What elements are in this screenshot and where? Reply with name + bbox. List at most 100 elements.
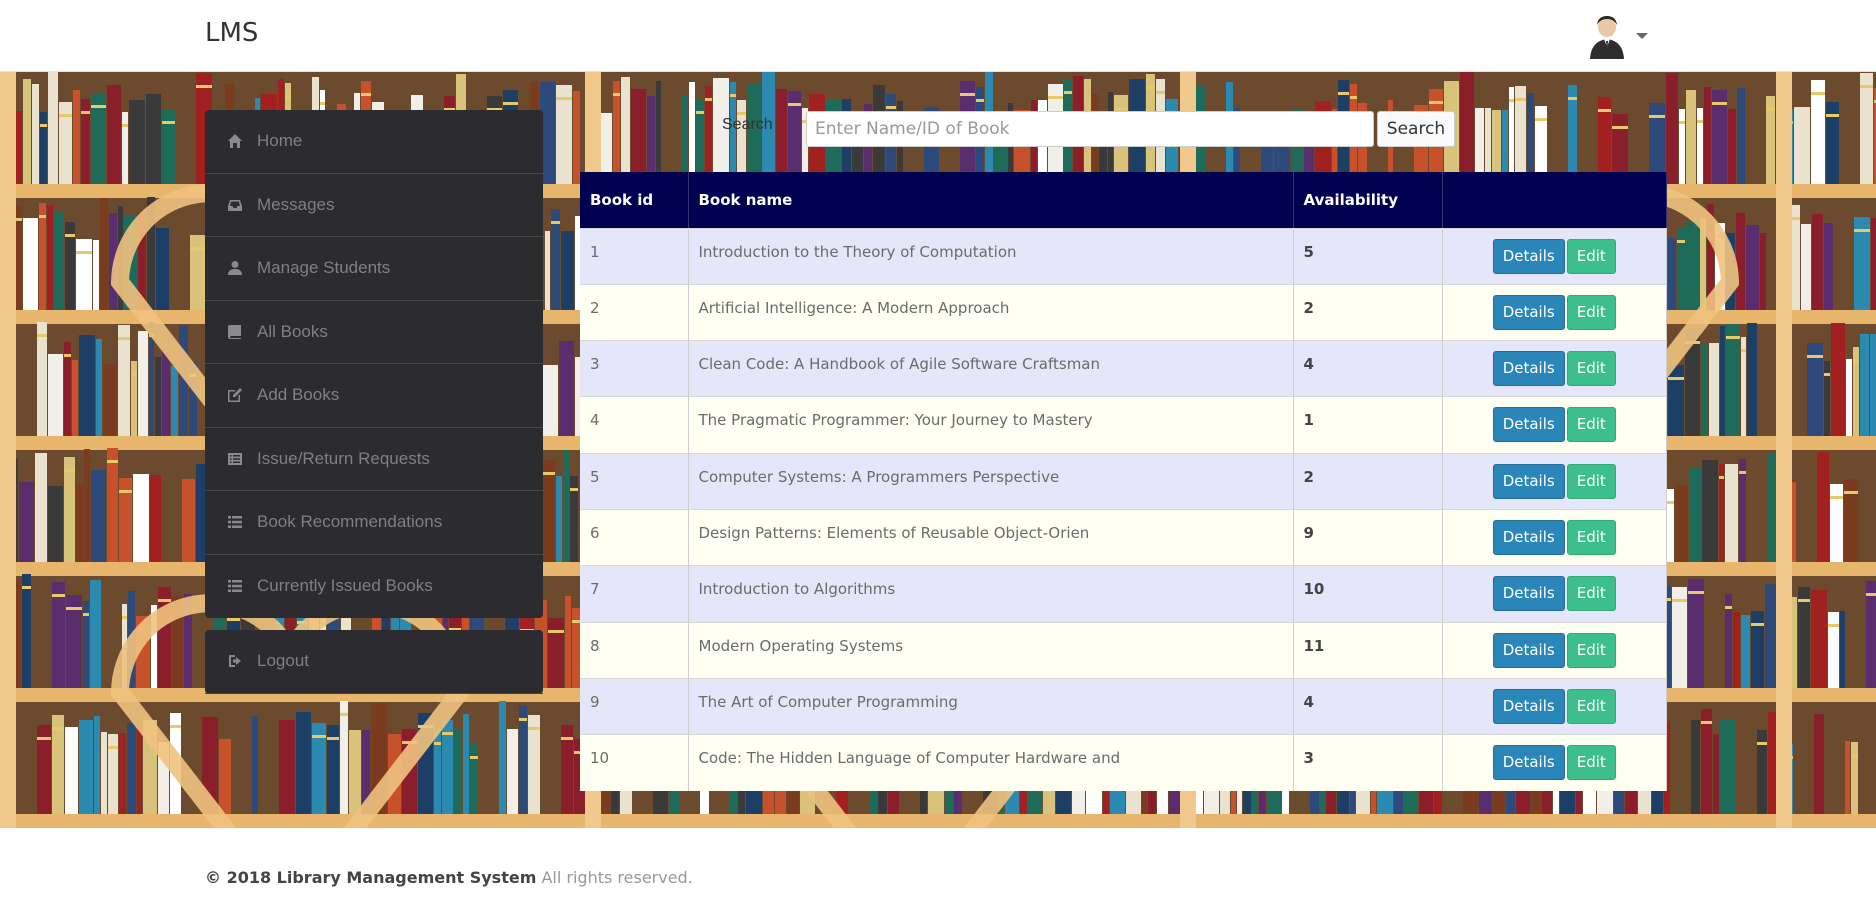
cell-actions: Details Edit <box>1442 508 1667 566</box>
sidebar-item-manage-students[interactable]: Manage Students <box>205 237 543 301</box>
top-navbar: LMS <box>0 0 1876 72</box>
list-alt-icon <box>227 451 243 467</box>
table-row: 3 Clean Code: A Handbook of Agile Softwar… <box>580 340 1667 397</box>
sidebar-menu: Home Messages Manage Students All Books Add … <box>205 110 543 618</box>
details-button[interactable]: Details <box>1492 519 1565 555</box>
cell-actions: Details Edit <box>1442 734 1667 791</box>
table-row: 9 The Art of Computer Programming 4 Details… <box>580 677 1667 735</box>
sidebar-item-label: Add Books <box>257 385 340 405</box>
details-button[interactable]: Details <box>1492 632 1565 668</box>
sidebar-item-label: Messages <box>257 194 335 214</box>
sidebar-item-add-books[interactable]: Add Books <box>205 364 543 428</box>
cell-actions: Details Edit <box>1442 677 1667 735</box>
sidebar-item-currently-issued-books[interactable]: Currently Issued Books <box>205 555 543 619</box>
book-icon <box>227 324 243 340</box>
cell-book-name: Design Patterns: Elements of Reusable Ob… <box>688 508 1294 566</box>
edit-button[interactable]: Edit <box>1566 632 1616 668</box>
table-row: 2 Artificial Intelligence: A Modern Appro… <box>580 283 1667 341</box>
header-actions <box>1442 172 1667 228</box>
table-row: 1 Introduction to the Theory of Computati… <box>580 227 1667 285</box>
sidebar-item-home[interactable]: Home <box>205 110 543 174</box>
search-button[interactable]: Search <box>1377 111 1455 147</box>
cell-book-name: The Art of Computer Programming <box>688 677 1294 735</box>
cell-book-id: 1 <box>580 227 689 285</box>
table-row: 7 Introduction to Algorithms 10 Details Edit <box>580 565 1667 623</box>
details-button[interactable]: Details <box>1492 688 1565 724</box>
sidebar: Home Messages Manage Students All Books Add … <box>205 110 543 694</box>
sidebar-item-label: Book Recommendations <box>257 512 443 532</box>
brand-logo[interactable]: LMS <box>205 18 258 48</box>
edit-button[interactable]: Edit <box>1566 294 1616 330</box>
cell-book-id: 5 <box>580 452 689 510</box>
books-table: Book id Book name Availability 1 Introduc… <box>580 172 1667 791</box>
edit-icon <box>227 387 243 403</box>
cell-actions: Details Edit <box>1442 452 1667 510</box>
edit-button[interactable]: Edit <box>1566 688 1616 724</box>
sidebar-item-label: Currently Issued Books <box>257 576 433 596</box>
sidebar-item-book-recommendations[interactable]: Book Recommendations <box>205 491 543 555</box>
inbox-icon <box>227 197 243 213</box>
edit-button[interactable]: Edit <box>1566 576 1616 612</box>
cell-availability: 4 <box>1293 677 1443 735</box>
cell-book-name: The Pragmatic Programmer: Your Journey t… <box>688 396 1294 454</box>
list-icon <box>227 578 243 594</box>
cell-availability: 11 <box>1293 621 1443 679</box>
user-menu[interactable] <box>1588 10 1648 62</box>
details-button[interactable]: Details <box>1492 407 1565 443</box>
details-button[interactable]: Details <box>1492 238 1565 274</box>
cell-actions: Details Edit <box>1442 283 1667 341</box>
details-button[interactable]: Details <box>1492 351 1565 387</box>
list-icon <box>227 514 243 530</box>
cell-availability: 2 <box>1293 452 1443 510</box>
details-button[interactable]: Details <box>1492 294 1565 330</box>
cell-availability: 4 <box>1293 340 1443 397</box>
search-input[interactable] <box>806 111 1374 147</box>
edit-button[interactable]: Edit <box>1566 238 1616 274</box>
cell-actions: Details Edit <box>1442 396 1667 454</box>
cell-book-name: Computer Systems: A Programmers Perspect… <box>688 452 1294 510</box>
cell-book-id: 4 <box>580 396 689 454</box>
header-book-id: Book id <box>580 172 689 228</box>
home-icon <box>227 133 243 149</box>
cell-book-name: Introduction to the Theory of Computatio… <box>688 227 1294 285</box>
sidebar-item-logout[interactable]: Logout <box>205 630 543 694</box>
cell-availability: 3 <box>1293 734 1443 791</box>
sidebar-item-all-books[interactable]: All Books <box>205 301 543 364</box>
sidebar-item-issue-return-requests[interactable]: Issue/Return Requests <box>205 428 543 491</box>
cell-book-name: Artificial Intelligence: A Modern Approa… <box>688 283 1294 341</box>
header-book-name: Book name <box>688 172 1294 228</box>
sidebar-item-label: Logout <box>257 651 309 671</box>
cell-book-id: 9 <box>580 677 689 735</box>
cell-availability: 10 <box>1293 565 1443 623</box>
cell-availability: 9 <box>1293 508 1443 566</box>
cell-book-name: Code: The Hidden Language of Computer Ha… <box>688 734 1294 791</box>
caret-down-icon[interactable] <box>1636 33 1648 39</box>
table-row: 8 Modern Operating Systems 11 Details Edit <box>580 621 1667 679</box>
details-button[interactable]: Details <box>1492 745 1565 781</box>
table-row: 5 Computer Systems: A Programmers Perspec… <box>580 452 1667 510</box>
cell-book-name: Introduction to Algorithms <box>688 565 1294 623</box>
sidebar-item-messages[interactable]: Messages <box>205 174 543 237</box>
cell-actions: Details Edit <box>1442 340 1667 397</box>
edit-button[interactable]: Edit <box>1566 745 1616 781</box>
cell-availability: 2 <box>1293 283 1443 341</box>
cell-book-id: 7 <box>580 565 689 623</box>
details-button[interactable]: Details <box>1492 463 1565 499</box>
header-availability: Availability <box>1293 172 1443 228</box>
cell-actions: Details Edit <box>1442 565 1667 623</box>
edit-button[interactable]: Edit <box>1566 407 1616 443</box>
cell-actions: Details Edit <box>1442 227 1667 285</box>
cell-book-id: 6 <box>580 508 689 566</box>
sidebar-item-label: All Books <box>257 321 328 341</box>
edit-button[interactable]: Edit <box>1566 463 1616 499</box>
details-button[interactable]: Details <box>1492 576 1565 612</box>
table-row: 10 Code: The Hidden Language of Computer … <box>580 734 1667 791</box>
footer: © 2018 Library Management System All rig… <box>205 868 693 887</box>
footer-rights: All rights reserved. <box>541 868 693 887</box>
cell-book-id: 8 <box>580 621 689 679</box>
user-avatar-icon[interactable] <box>1588 13 1626 59</box>
edit-button[interactable]: Edit <box>1566 519 1616 555</box>
cell-book-name: Modern Operating Systems <box>688 621 1294 679</box>
edit-button[interactable]: Edit <box>1566 351 1616 387</box>
cell-book-id: 10 <box>580 734 689 791</box>
